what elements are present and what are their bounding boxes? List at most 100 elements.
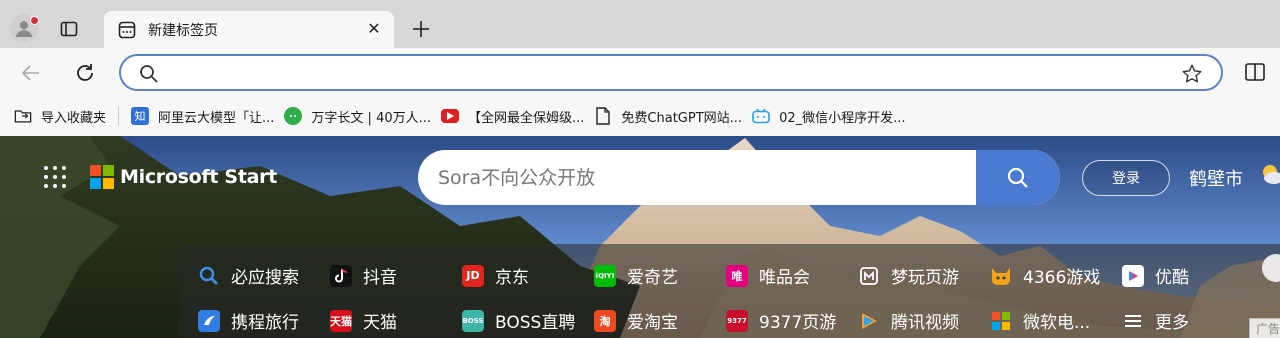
back-button[interactable] xyxy=(18,60,44,86)
favorite-item[interactable]: 【全网最全保姆级... xyxy=(439,102,592,130)
split-screen-icon xyxy=(1245,63,1265,81)
refresh-icon xyxy=(77,64,93,81)
youku-icon xyxy=(1122,264,1144,287)
search-button[interactable] xyxy=(976,150,1060,205)
quick-link-label: 4366游戏 xyxy=(1023,268,1101,288)
new-tab-button[interactable] xyxy=(408,16,434,42)
favorites-bar: 导入收藏夹 知 阿里云大模型「让... 万字长文 | 40万人... 【全网最全… xyxy=(0,96,1280,136)
weather-city[interactable]: 鹤壁市 xyxy=(1189,165,1243,191)
close-tab-icon[interactable]: ✕ xyxy=(366,21,382,37)
ms-store-icon xyxy=(990,310,1012,332)
search-icon xyxy=(1007,167,1028,188)
quick-link-label: 必应搜索 xyxy=(231,268,299,288)
login-button[interactable]: 登录 xyxy=(1082,160,1170,196)
quick-link-label: 爱奇艺 xyxy=(627,268,678,288)
quick-link[interactable]: 4366游戏 xyxy=(990,263,1100,288)
quick-link-label: 微软电... xyxy=(1023,313,1091,333)
ad-label: 广告 xyxy=(1249,318,1280,338)
tab-title: 新建标签页 xyxy=(148,23,218,39)
tencent-video-icon xyxy=(858,310,880,332)
ctrip-icon xyxy=(198,309,220,332)
tmall-icon: 天猫 xyxy=(330,309,352,332)
favorite-label: 【全网最全保姆级... xyxy=(468,110,585,126)
4366-icon xyxy=(990,265,1012,287)
favorite-star-icon[interactable] xyxy=(1181,63,1203,85)
back-arrow-icon xyxy=(21,65,39,81)
favorite-item[interactable]: 万字长文 | 40万人... xyxy=(282,102,439,130)
weather-icon[interactable] xyxy=(1256,160,1280,190)
quick-link[interactable]: iQIYI 爱奇艺 xyxy=(594,263,678,288)
quick-link[interactable]: 天猫 天猫 xyxy=(330,308,397,333)
favorite-import[interactable]: 导入收藏夹 xyxy=(12,102,114,130)
quick-link[interactable]: 微软电... xyxy=(990,308,1090,333)
split-screen-button[interactable] xyxy=(1244,61,1266,83)
quick-link[interactable]: BOSS BOSS直聘 xyxy=(462,308,575,333)
mengwan-icon xyxy=(858,265,880,287)
favorite-label: 万字长文 | 40万人... xyxy=(311,110,432,126)
active-tab[interactable]: 新建标签页 ✕ xyxy=(104,11,394,48)
favorite-label: 阿里云大模型「让... xyxy=(158,110,275,126)
quick-link[interactable]: 更多 xyxy=(1122,308,1189,333)
vip-icon: 唯 xyxy=(726,264,748,287)
brand-name[interactable]: Microsoft Start xyxy=(120,166,277,188)
bing-search-icon xyxy=(198,265,220,287)
favorites-divider xyxy=(118,106,120,126)
favorite-label: 导入收藏夹 xyxy=(41,110,107,126)
import-folder-icon xyxy=(14,107,32,125)
search-icon xyxy=(140,65,158,83)
youtube-icon xyxy=(441,109,460,123)
tab-actions-icon xyxy=(60,21,78,37)
bilibili-icon xyxy=(752,107,770,125)
quick-link-label: 京东 xyxy=(495,268,529,288)
quick-link-label: 腾讯视频 xyxy=(891,313,959,333)
microsoft-logo-icon xyxy=(90,165,114,189)
favorite-item[interactable]: 02_微信小程序开发... xyxy=(750,102,913,130)
tab-strip: 新建标签页 ✕ xyxy=(0,0,1280,48)
wechat-icon xyxy=(284,107,303,125)
quick-link[interactable]: JD 京东 xyxy=(462,263,529,288)
refresh-button[interactable] xyxy=(72,60,98,86)
quick-link[interactable]: 携程旅行 xyxy=(198,308,299,333)
web-search-input[interactable] xyxy=(438,150,968,205)
tab-actions-button[interactable] xyxy=(52,14,86,44)
quick-link[interactable]: 腾讯视频 xyxy=(858,308,959,333)
plus-icon xyxy=(413,21,429,37)
favorite-item[interactable]: 免费ChatGPT网站... xyxy=(592,102,750,130)
menu-icon xyxy=(1122,310,1144,332)
douyin-icon xyxy=(330,264,352,287)
notification-dot xyxy=(30,16,39,25)
new-tab-page-icon xyxy=(118,21,136,39)
quick-link-label: 梦玩页游 xyxy=(891,268,959,288)
quick-link-label: 抖音 xyxy=(363,268,397,288)
quick-link[interactable]: 优酷 xyxy=(1122,263,1189,288)
zhi-icon: 知 xyxy=(131,107,150,125)
quick-link-label: 优酷 xyxy=(1155,268,1189,288)
quick-link[interactable]: 梦玩页游 xyxy=(858,263,959,288)
jd-icon: JD xyxy=(462,264,484,287)
favorite-item[interactable]: 知 阿里云大模型「让... xyxy=(129,102,282,130)
favorite-label: 免费ChatGPT网站... xyxy=(621,110,743,126)
quick-link[interactable]: 淘爱淘宝 xyxy=(594,308,678,333)
quick-link[interactable]: 必应搜索 xyxy=(198,263,299,288)
quick-link-label: 唯品会 xyxy=(759,268,810,288)
quick-link-label: 爱淘宝 xyxy=(627,313,678,333)
new-tab-page: Microsoft Start 登录 鹤壁市 必应搜索 抖音 JD 京东 iQIYI 爱奇… xyxy=(0,136,1280,338)
boss-icon: BOSS xyxy=(462,309,484,332)
web-search-box[interactable] xyxy=(418,150,1060,205)
aitaobao-icon: 淘 xyxy=(594,309,616,332)
quick-link[interactable]: 抖音 xyxy=(330,263,397,288)
quick-link-label: BOSS直聘 xyxy=(495,313,576,333)
apps-launcher-icon[interactable] xyxy=(44,166,66,188)
navigation-bar xyxy=(0,48,1280,96)
iqiyi-icon: iQIYI xyxy=(594,264,616,287)
quick-link[interactable]: 唯唯品会 xyxy=(726,263,810,288)
quick-link-label: 更多 xyxy=(1155,313,1189,333)
quick-link-label: 9377页游 xyxy=(759,313,837,333)
9377-icon: 9377 xyxy=(726,309,748,332)
address-bar[interactable] xyxy=(119,54,1223,91)
page-icon xyxy=(594,107,612,125)
favorite-label: 02_微信小程序开发... xyxy=(779,110,906,126)
quick-link-label: 携程旅行 xyxy=(231,313,299,333)
quick-link-label: 天猫 xyxy=(363,313,397,333)
quick-link[interactable]: 9377 9377页游 xyxy=(726,308,836,333)
